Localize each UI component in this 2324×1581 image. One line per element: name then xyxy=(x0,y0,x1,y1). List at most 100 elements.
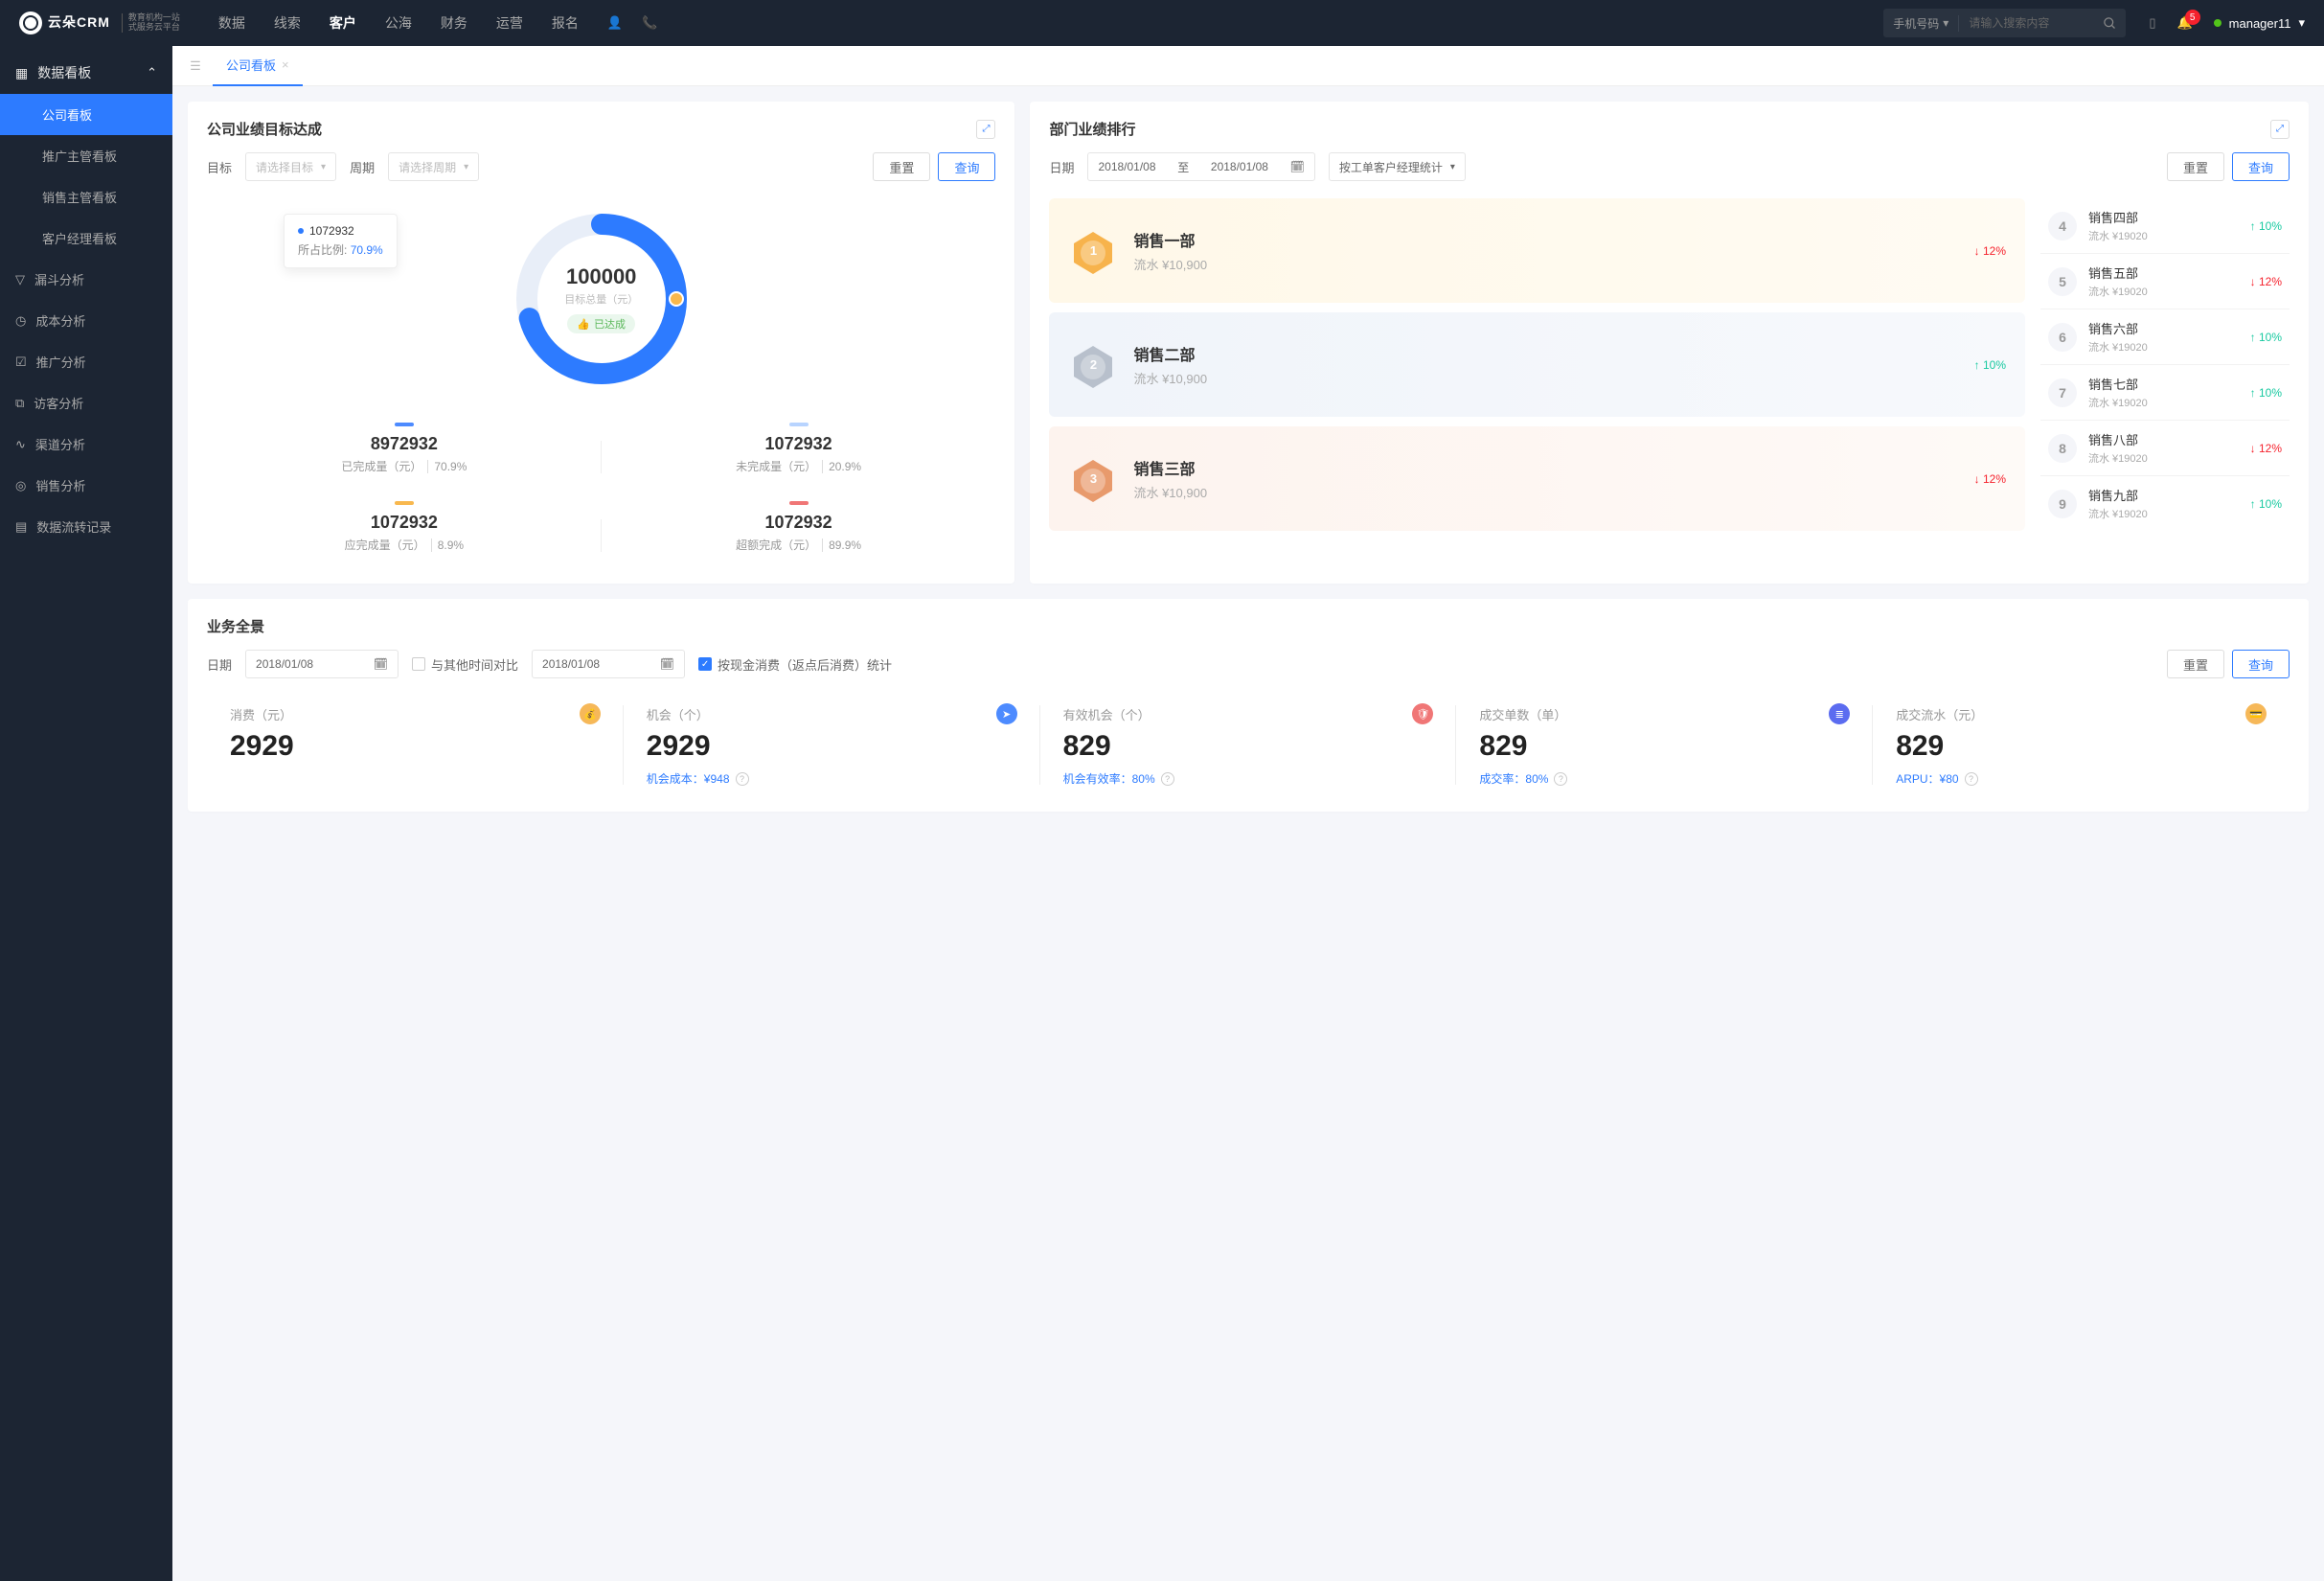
reset-button[interactable]: 重置 xyxy=(2167,152,2224,181)
cash-checkbox[interactable]: ✓按现金消费（返点后消费）统计 xyxy=(698,655,892,674)
device-icon[interactable]: ▯ xyxy=(2149,15,2155,31)
stat-cell: 1072932未完成量（元）20.9% xyxy=(602,409,996,488)
chevron-down-icon: ▾ xyxy=(1943,16,1948,30)
panel-title: 业务全景 xyxy=(207,616,2290,636)
nav-item[interactable]: 线索 xyxy=(274,13,301,33)
query-button[interactable]: 查询 xyxy=(938,152,995,181)
sidebar-item[interactable]: ☑推广分析 xyxy=(0,341,172,382)
rank-row[interactable]: 6销售六部流水 ¥19020↑ 10% xyxy=(2040,309,2290,364)
help-icon[interactable]: ? xyxy=(736,772,749,786)
date-range-input[interactable]: 2018/01/08 至 2018/01/08 🗓 xyxy=(1087,152,1314,181)
nav-item[interactable]: 运营 xyxy=(496,13,523,33)
compare-checkbox[interactable]: 与其他时间对比 xyxy=(412,655,518,674)
sidebar-item[interactable]: ◷成本分析 xyxy=(0,300,172,341)
target-select[interactable]: 请选择目标▾ xyxy=(245,152,336,181)
grouping-select[interactable]: 按工单客户经理统计▾ xyxy=(1329,152,1466,181)
compare-date-input[interactable]: 2018/01/08🗓 xyxy=(532,650,685,678)
checkbox-checked-icon: ✓ xyxy=(698,657,712,671)
kpi-icon: 🛡 xyxy=(1412,703,1433,724)
nav-item[interactable]: 数据 xyxy=(218,13,245,33)
panel-title: 部门业绩排行 xyxy=(1049,119,1135,139)
period-select[interactable]: 请选择周期▾ xyxy=(388,152,479,181)
rank-row[interactable]: 9销售九部流水 ¥19020↑ 10% xyxy=(2040,475,2290,531)
sidebar-item[interactable]: ⧉访客分析 xyxy=(0,382,172,424)
menu-icon: ▽ xyxy=(15,272,25,287)
tabbar: ☰ 公司看板× xyxy=(172,46,2324,86)
stat-cell: 1072932应完成量（元）8.9% xyxy=(207,488,602,566)
panel-goal: 公司业绩目标达成 ⤢ 目标 请选择目标▾ 周期 请选择周期▾ 重置 查询 xyxy=(188,102,1014,584)
rank-card[interactable]: 2销售二部流水 ¥10,900↑ 10% xyxy=(1049,312,2025,417)
calendar-icon: 🗓 xyxy=(1290,160,1305,173)
nav-item[interactable]: 公海 xyxy=(385,13,412,33)
help-icon[interactable]: ? xyxy=(1554,772,1567,786)
search-input[interactable] xyxy=(1959,16,2093,30)
medal-icon: 2 xyxy=(1068,340,1118,390)
kpi-card: 成交单数（单）≣829成交率：80% ? xyxy=(1456,696,1873,794)
close-icon[interactable]: × xyxy=(282,57,289,72)
logo[interactable]: 云朵CRM 教育机构一站式服务云平台 xyxy=(19,11,180,34)
search-type-select[interactable]: 手机号码▾ xyxy=(1883,15,1959,32)
kpi-card: 成交流水（元）💳829ARPU：¥80 ? xyxy=(1873,696,2290,794)
query-button[interactable]: 查询 xyxy=(2232,152,2290,181)
sidebar-item[interactable]: 推广主管看板 xyxy=(0,135,172,176)
nav-item[interactable]: 报名 xyxy=(552,13,579,33)
status-dot-icon xyxy=(2214,19,2221,27)
stat-cell: 1072932超额完成（元）89.9% xyxy=(602,488,996,566)
nav-item[interactable]: 财务 xyxy=(441,13,467,33)
reset-button[interactable]: 重置 xyxy=(873,152,930,181)
phone-icon[interactable]: 📞 xyxy=(642,15,657,31)
sidebar-toggle[interactable]: ☰ xyxy=(178,58,213,74)
chevron-down-icon: ▾ xyxy=(2298,15,2305,31)
nav-item[interactable]: 客户 xyxy=(330,13,356,33)
query-button[interactable]: 查询 xyxy=(2232,650,2290,678)
sidebar-item[interactable]: 销售主管看板 xyxy=(0,176,172,218)
chevron-down-icon: ▾ xyxy=(321,162,326,172)
search: 手机号码▾ xyxy=(1883,9,2126,37)
rank-card[interactable]: 1销售一部流水 ¥10,900↓ 12% xyxy=(1049,198,2025,303)
panel-overview: 业务全景 日期 2018/01/08🗓 与其他时间对比 2018/01/08🗓 … xyxy=(188,599,2309,812)
menu-icon: ⧉ xyxy=(15,396,24,411)
kpi-card: 消费（元）💰2929 xyxy=(207,696,624,794)
rank-row[interactable]: 4销售四部流水 ¥19020↑ 10% xyxy=(2040,198,2290,253)
user-menu[interactable]: manager11▾ xyxy=(2214,15,2305,31)
achieved-badge: 👍已达成 xyxy=(567,314,635,333)
sidebar-group-dashboard[interactable]: ▦数据看板 ⌃ xyxy=(0,52,172,94)
person-icon[interactable]: 👤 xyxy=(607,15,623,31)
topbar: 云朵CRM 教育机构一站式服务云平台 数据 线索 客户 公海 财务 运营 报名 👤 📞 手机… xyxy=(0,0,2324,46)
date-input[interactable]: 2018/01/08🗓 xyxy=(245,650,399,678)
help-icon[interactable]: ? xyxy=(1161,772,1174,786)
rank-card[interactable]: 3销售三部流水 ¥10,900↓ 12% xyxy=(1049,426,2025,531)
sidebar-item[interactable]: 公司看板 xyxy=(0,94,172,135)
menu-icon: ◎ xyxy=(15,478,26,493)
sidebar-item[interactable]: ▽漏斗分析 xyxy=(0,259,172,300)
sidebar-item[interactable]: ◎销售分析 xyxy=(0,465,172,506)
calendar-icon: 🗓 xyxy=(660,657,674,671)
goal-gauge-chart: 100000 目标总量（元） 👍已达成 xyxy=(511,208,693,390)
calendar-icon: 🗓 xyxy=(374,657,388,671)
help-icon[interactable]: ? xyxy=(1965,772,1978,786)
rank-number: 5 xyxy=(2048,267,2077,296)
search-button[interactable] xyxy=(2093,9,2126,37)
menu-icon: ◷ xyxy=(15,313,26,329)
kpi-icon: ≣ xyxy=(1829,703,1850,724)
panel-title: 公司业绩目标达成 xyxy=(207,119,322,139)
sidebar-item[interactable]: 客户经理看板 xyxy=(0,218,172,259)
chart-tooltip: 1072932 所占比例: 70.9% xyxy=(284,214,398,268)
medal-icon: 3 xyxy=(1068,454,1118,504)
menu-icon: ☑ xyxy=(15,355,27,370)
panel-rank: 部门业绩排行 ⤢ 日期 2018/01/08 至 2018/01/08 🗓 按工… xyxy=(1030,102,2309,584)
rank-row[interactable]: 7销售七部流水 ¥19020↑ 10% xyxy=(2040,364,2290,420)
sidebar-item[interactable]: ▤数据流转记录 xyxy=(0,506,172,547)
expand-icon[interactable]: ⤢ xyxy=(2270,120,2290,139)
menu-icon: ∿ xyxy=(15,437,26,452)
tab-company-board[interactable]: 公司看板× xyxy=(213,46,303,86)
expand-icon[interactable]: ⤢ xyxy=(976,120,995,139)
rank-row[interactable]: 8销售八部流水 ¥19020↓ 12% xyxy=(2040,420,2290,475)
chevron-down-icon: ▾ xyxy=(464,162,468,172)
sidebar-item[interactable]: ∿渠道分析 xyxy=(0,424,172,465)
kpi-icon: ➤ xyxy=(996,703,1017,724)
notification-badge: 5 xyxy=(2185,10,2200,25)
notification-icon[interactable]: 🔔5 xyxy=(2176,15,2192,31)
reset-button[interactable]: 重置 xyxy=(2167,650,2224,678)
rank-row[interactable]: 5销售五部流水 ¥19020↓ 12% xyxy=(2040,253,2290,309)
